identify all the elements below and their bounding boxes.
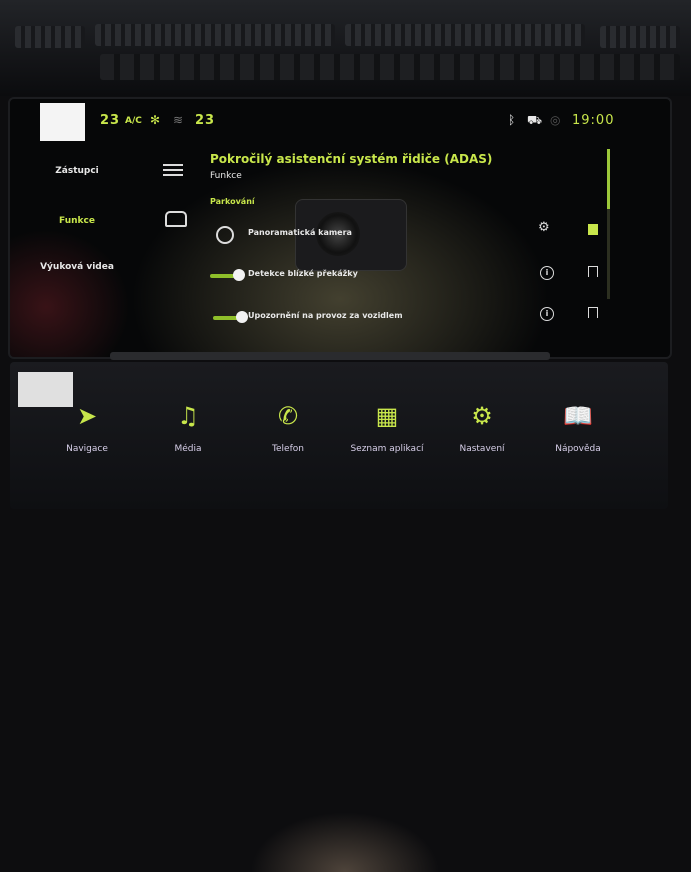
gear-icon: ⚙ (471, 402, 493, 430)
apps-grid-icon: ▦ (375, 402, 399, 430)
bluetooth-icon: ᛒ (508, 113, 516, 127)
fan-icon[interactable]: ✻ (150, 113, 160, 127)
sidebar-item-label: Výuková videa (40, 262, 114, 272)
bottom-button-navigace[interactable]: ➤ Navigace (42, 400, 132, 454)
light-glare (40, 103, 85, 141)
bottom-button-nastaveni[interactable]: ⚙ Nastavení (437, 400, 527, 454)
infotainment-screen: 23 A/C ✻ ≋ 23 ᛒ ⛟ ◎ 19:00 Zástupci Funkc… (8, 97, 672, 359)
row-label-obstacle-detection[interactable]: Detekce blízké překážky (248, 269, 358, 278)
book-icon: 📖 (563, 402, 593, 430)
page-subtitle: Funkce (210, 171, 242, 181)
toggle-rear-cross-traffic[interactable] (213, 311, 248, 323)
row-label-panoramic-camera[interactable]: Panoramatická kamera (248, 228, 352, 237)
car-icon[interactable] (165, 211, 187, 227)
temperature-right[interactable]: 23 (195, 113, 215, 128)
screen-reflection (10, 229, 130, 357)
toggle-knob (236, 311, 248, 323)
row-label-rear-cross-traffic[interactable]: Upozornění na provoz za vozidlem (248, 311, 403, 320)
car-connect-icon: ⛟ (527, 113, 543, 127)
phone-icon: ✆ (277, 402, 299, 430)
screen-bezel (110, 352, 550, 360)
bottom-button-telefon[interactable]: ✆ Telefon (243, 400, 333, 454)
bottom-button-media[interactable]: ♫ Média (143, 400, 233, 454)
dashboard-vents (0, 0, 691, 96)
bottom-button-seznam-aplikaci[interactable]: ▦ Seznam aplikací (342, 400, 432, 454)
signal-icon: ◎ (550, 113, 561, 127)
navigation-icon: ➤ (76, 402, 98, 430)
bookmark-icon[interactable] (588, 224, 598, 235)
bottom-button-label: Média (174, 444, 202, 454)
info-icon[interactable]: i (540, 307, 554, 321)
temperature-left[interactable]: 23 (100, 113, 120, 128)
sidebar-item-vyukova-videa[interactable]: Výuková videa (22, 262, 132, 272)
air-vent (15, 26, 85, 48)
page-title: Pokročilý asistenční systém řidiče (ADAS… (210, 152, 493, 166)
sidebar-item-zastupci[interactable]: Zástupci (22, 166, 132, 176)
bookmark-icon[interactable] (588, 266, 598, 277)
toggle-obstacle-detection[interactable] (210, 269, 245, 281)
air-vent-grille (100, 54, 680, 80)
reflection (250, 812, 440, 872)
air-vent (600, 26, 680, 48)
scrollbar-thumb[interactable] (607, 149, 610, 209)
bottom-button-label: Telefon (272, 444, 304, 454)
scrollbar[interactable] (607, 149, 610, 299)
sidebar-item-label: Zástupci (55, 166, 99, 176)
air-vent (345, 24, 585, 46)
seat-heat-icon[interactable]: ≋ (173, 113, 183, 127)
status-bar: 23 A/C ✻ ≋ 23 ᛒ ⛟ ◎ 19:00 (10, 103, 670, 141)
sidebar-item-label: Funkce (59, 216, 95, 226)
info-icon[interactable]: i (540, 266, 554, 280)
camera-360-icon (216, 226, 234, 244)
bottom-button-label: Nastavení (459, 444, 505, 454)
sidebar-item-funkce[interactable]: Funkce (22, 216, 132, 226)
bottom-button-label: Nápověda (555, 444, 601, 454)
bookmark-icon[interactable] (588, 307, 598, 318)
toggle-knob (233, 269, 245, 281)
bottom-button-label: Navigace (66, 444, 108, 454)
gear-icon[interactable]: ⚙ (538, 220, 550, 235)
hamburger-menu-icon[interactable] (163, 161, 183, 177)
bottom-button-napoveda[interactable]: 📖 Nápověda (533, 400, 623, 454)
bottom-button-label: Seznam aplikací (350, 444, 424, 454)
clock: 19:00 (572, 113, 615, 128)
air-vent (95, 24, 335, 46)
ac-label[interactable]: A/C (125, 116, 142, 126)
section-header: Parkování (210, 197, 255, 206)
music-icon: ♫ (177, 402, 199, 430)
